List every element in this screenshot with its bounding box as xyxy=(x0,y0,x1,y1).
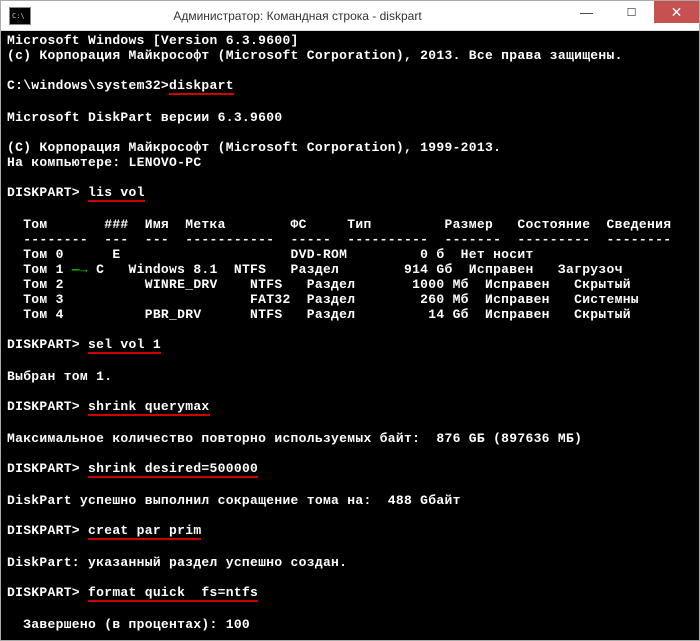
prompt: DISKPART> xyxy=(7,337,88,352)
line: На компьютере: LENOVO-PC xyxy=(7,155,201,170)
cmd-window: Администратор: Командная строка - diskpa… xyxy=(0,0,700,641)
row-suffix: C Windows 8.1 NTFS Раздел 914 Gб Исправе… xyxy=(88,262,623,277)
cmd-creat-par-prim: creat par prim xyxy=(88,523,201,540)
window-title: Администратор: Командная строка - diskpa… xyxy=(31,9,564,23)
prompt: C:\windows\system32> xyxy=(7,78,169,93)
terminal-output[interactable]: Microsoft Windows [Version 6.3.9600] (c)… xyxy=(1,31,699,640)
line: DiskPart: указанный раздел успешно созда… xyxy=(7,555,347,570)
table-row: Том 0 E DVD-ROM 0 б Нет носит xyxy=(7,247,534,262)
cmd-format: format quick fs=ntfs xyxy=(88,585,258,602)
line: Microsoft Windows [Version 6.3.9600] xyxy=(7,33,299,48)
prompt: DISKPART> xyxy=(7,399,88,414)
line: DiskPart успешно выполнил сокращение том… xyxy=(7,493,461,508)
cmd-diskpart: diskpart xyxy=(169,78,234,95)
line: Выбран том 1. xyxy=(7,369,112,384)
window-controls: — ☐ ✕ xyxy=(564,1,699,30)
titlebar[interactable]: Администратор: Командная строка - diskpa… xyxy=(1,1,699,31)
table-header: Том ### Имя Метка ФС Тип Размер Состояни… xyxy=(7,217,671,232)
table-row: Том 4 PBR_DRV NTFS Раздел 14 Gб Исправен… xyxy=(7,307,631,322)
line: Microsoft DiskPart версии 6.3.9600 xyxy=(7,110,282,125)
table-row: Том 1 —→ C Windows 8.1 NTFS Раздел 914 G… xyxy=(7,262,623,277)
cmd-lis-vol: lis vol xyxy=(88,185,145,202)
line: Максимальное количество повторно использ… xyxy=(7,431,582,446)
table-separator: -------- --- --- ----------- ----- -----… xyxy=(7,232,671,247)
line: Завершено (в процентах): 100 xyxy=(7,617,250,632)
line: (c) Корпорация Майкрософт (Microsoft Cor… xyxy=(7,48,623,63)
cmd-icon[interactable] xyxy=(9,7,31,25)
cmd-shrink-querymax: shrink querymax xyxy=(88,399,210,416)
prompt: DISKPART> xyxy=(7,461,88,476)
cmd-shrink-desired: shrink desired=500000 xyxy=(88,461,258,478)
table-row: Том 2 WINRE_DRV NTFS Раздел 1000 Мб Испр… xyxy=(7,277,631,292)
close-button[interactable]: ✕ xyxy=(654,1,699,23)
prompt: DISKPART> xyxy=(7,523,88,538)
prompt: DISKPART> xyxy=(7,585,88,600)
minimize-button[interactable]: — xyxy=(564,1,609,23)
arrow-icon: —→ xyxy=(72,262,88,277)
maximize-button[interactable]: ☐ xyxy=(609,1,654,23)
table-row: Том 3 FAT32 Раздел 260 Мб Исправен Систе… xyxy=(7,292,639,307)
line: (C) Корпорация Майкрософт (Microsoft Cor… xyxy=(7,140,501,155)
cmd-sel-vol: sel vol 1 xyxy=(88,337,161,354)
row-prefix: Том 1 xyxy=(7,262,72,277)
prompt: DISKPART> xyxy=(7,185,88,200)
